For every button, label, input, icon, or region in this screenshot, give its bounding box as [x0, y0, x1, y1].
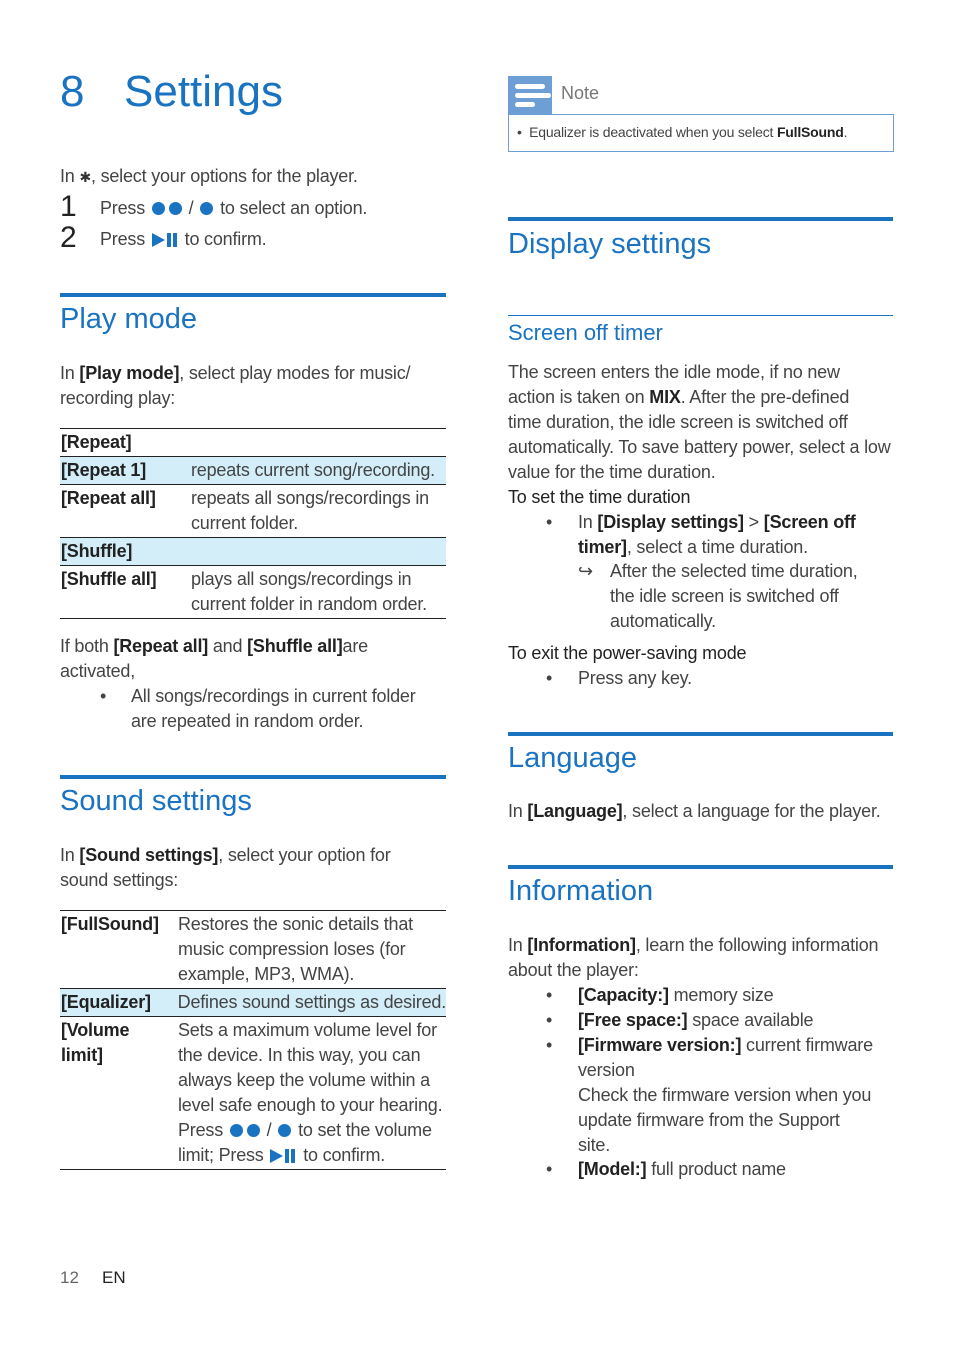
play-mode-table: [Repeat] [Repeat 1] repeats current song… [60, 428, 446, 619]
information-intro: In [Information], learn the following in… [508, 935, 879, 980]
language-body: In [Language], select a language for the… [508, 801, 881, 821]
table-row: [Repeat] [60, 429, 446, 457]
list-item: • All songs/recordings in current folder… [100, 686, 416, 731]
language-code: EN [102, 1268, 126, 1287]
sound-settings-heading: Sound settings [60, 785, 252, 817]
table-row: [Equalizer] Defines sound settings as de… [60, 989, 446, 1017]
play-mode-intro: In [Play mode], select play modes for mu… [60, 363, 411, 408]
list-item: • [Model:] full product name [546, 1159, 786, 1179]
sound-settings-table: [FullSound] Restores the sonic details t… [60, 910, 446, 1170]
table-row: [FullSound] Restores the sonic details t… [60, 911, 446, 989]
subsection-divider [508, 315, 893, 316]
set-duration-heading: To set the time duration [508, 487, 691, 507]
information-heading: Information [508, 875, 654, 907]
section-divider [508, 732, 893, 736]
arrow-right-icon: ↪ [578, 561, 593, 581]
note-box: • Equalizer is deactivated when you sele… [508, 114, 894, 152]
gear-icon: ✱ [79, 169, 91, 185]
play-mode-heading: Play mode [60, 303, 198, 335]
chapter-name: Settings [124, 67, 283, 116]
table-row: [Shuffle all] plays all songs/recordings… [61, 569, 427, 614]
list-item: • [Capacity:] memory size [546, 985, 774, 1005]
table-row: [Shuffle] [60, 538, 446, 566]
section-divider [60, 775, 446, 779]
note-label: Note [561, 83, 600, 103]
table-row: [Repeat 1] repeats current song/recordin… [60, 457, 446, 485]
list-item: • In [Display settings] > [Screen off ti… [546, 512, 856, 557]
play-mode-note: If both [Repeat all] and [Shuffle all]ar… [60, 636, 368, 681]
chapter-title: 8 Settings [60, 62, 283, 122]
down-button-icon [168, 202, 182, 215]
table-row: [Repeat all] repeats all songs/recording… [60, 485, 446, 538]
screen-off-timer-heading: Screen off timer [508, 320, 663, 345]
up-button-icon [229, 1124, 243, 1137]
list-item: • [Firmware version:] current firmware v… [546, 1035, 873, 1155]
exit-mode-heading: To exit the power-saving mode [508, 643, 747, 663]
list-item: • [Free space:] space available [546, 1010, 814, 1030]
nav-button-icon [278, 1124, 292, 1137]
display-settings-heading: Display settings [508, 228, 712, 260]
play-pause-icon [270, 1149, 296, 1163]
nav-button-icon [200, 202, 214, 215]
screen-off-timer-body: The screen enters the idle mode, if no n… [508, 362, 891, 482]
down-button-icon [246, 1124, 260, 1137]
section-divider [60, 293, 446, 297]
play-pause-icon [151, 233, 178, 247]
up-button-icon [151, 202, 165, 215]
result-item: ↪ After the selected time duration, the … [578, 561, 858, 631]
table-row: [Volume limit] Sets a maximum volume leve… [61, 1020, 443, 1165]
note-icon [508, 76, 552, 114]
intro-line: In ✱, select your options for the player… [60, 166, 358, 186]
section-divider [508, 217, 893, 221]
sound-settings-intro: In [Sound settings], select your option … [60, 845, 391, 890]
list-item: • Press any key. [546, 668, 692, 688]
section-divider [508, 865, 893, 869]
page-number: 12 [60, 1268, 79, 1287]
language-heading: Language [508, 742, 638, 774]
chapter-number: 8 [60, 67, 85, 116]
